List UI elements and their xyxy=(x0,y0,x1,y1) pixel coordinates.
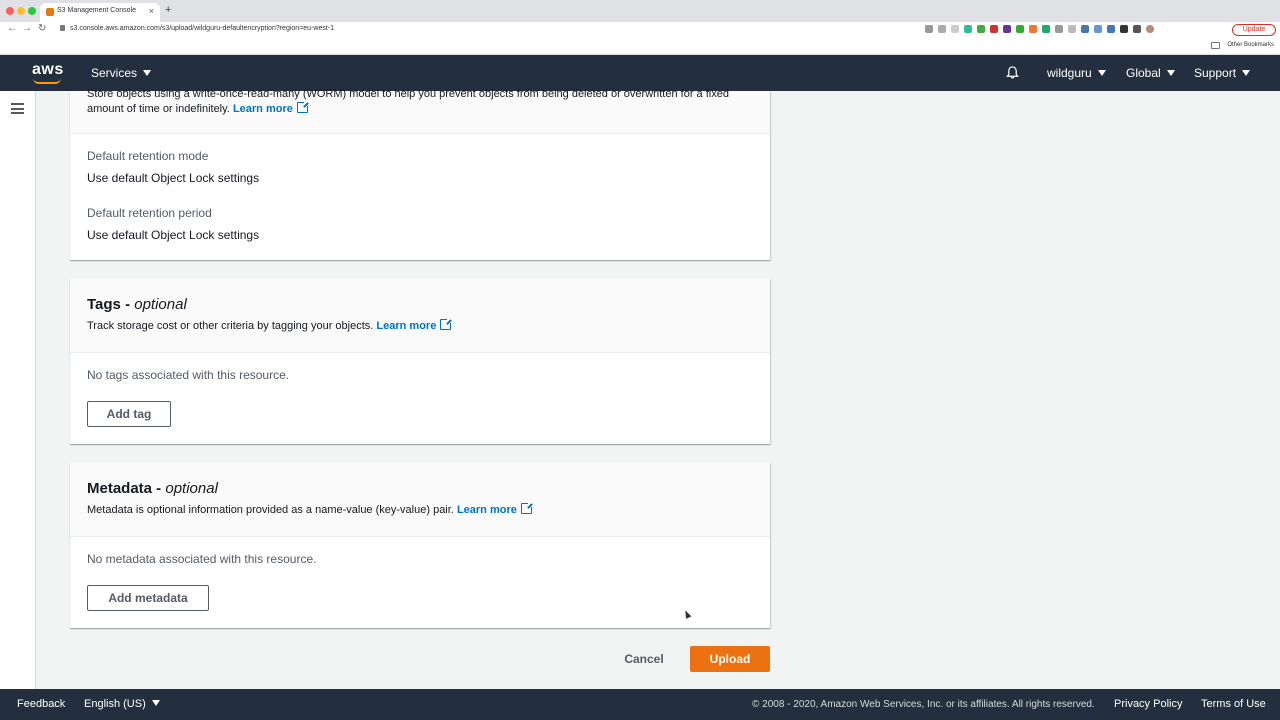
extension-icon[interactable] xyxy=(1081,25,1089,33)
aws-logo[interactable]: aws xyxy=(32,61,64,79)
retention-period-label: Default retention period xyxy=(87,206,212,220)
caret-down-icon xyxy=(1097,70,1106,76)
puzzle-icon[interactable] xyxy=(1133,25,1141,33)
footer: Feedback English (US) © 2008 - 2020, Ama… xyxy=(0,689,1280,720)
tags-empty-text: No tags associated with this resource. xyxy=(87,368,290,382)
tags-learn-more-link[interactable]: Learn more xyxy=(376,320,436,332)
s3-favicon-icon xyxy=(46,8,54,16)
cancel-button[interactable]: Cancel xyxy=(618,646,670,672)
caret-down-icon xyxy=(143,70,152,76)
bookmark-bar: Other Bookmarks xyxy=(0,38,1280,55)
browser-tab-bar: S3 Management Console × + xyxy=(0,0,1280,22)
external-link-icon xyxy=(520,502,533,514)
extension-icon[interactable] xyxy=(1107,25,1115,33)
metadata-empty-text: No metadata associated with this resourc… xyxy=(87,552,317,566)
hamburger-menu-icon[interactable] xyxy=(11,103,24,114)
object-lock-header: Store objects using a write-once-read-ma… xyxy=(70,88,770,134)
account-menu[interactable]: wildguru xyxy=(1047,66,1106,80)
aws-top-nav: aws Services wildguru Global Support xyxy=(0,55,1280,91)
new-tab-icon[interactable]: + xyxy=(165,4,171,16)
browser-tab[interactable]: S3 Management Console × xyxy=(40,3,160,22)
other-bookmarks[interactable]: Other Bookmarks xyxy=(1227,42,1274,48)
folder-icon xyxy=(1211,42,1220,49)
language-selector[interactable]: English (US) xyxy=(84,698,160,710)
external-link-icon xyxy=(296,101,309,113)
extension-icon[interactable] xyxy=(1016,25,1024,33)
tags-description: Track storage cost or other criteria by … xyxy=(87,318,453,334)
maximize-window-icon[interactable] xyxy=(28,7,36,15)
close-window-icon[interactable] xyxy=(6,7,14,15)
left-rail xyxy=(0,91,36,689)
extension-icon[interactable] xyxy=(1094,25,1102,33)
minimize-window-icon[interactable] xyxy=(17,7,25,15)
extension-icon[interactable] xyxy=(1029,25,1037,33)
extension-icon[interactable] xyxy=(951,25,959,33)
tags-panel: Tags - optional Track storage cost or ot… xyxy=(70,279,770,444)
copyright-text: © 2008 - 2020, Amazon Web Services, Inc.… xyxy=(752,699,1095,710)
add-metadata-button[interactable]: Add metadata xyxy=(87,585,209,611)
aws-smile-icon xyxy=(33,78,61,84)
extension-icons xyxy=(925,25,1154,33)
extension-icon[interactable] xyxy=(1042,25,1050,33)
caret-down-icon xyxy=(1242,70,1251,76)
reload-icon[interactable]: ↻ xyxy=(38,23,46,34)
retention-mode-value: Use default Object Lock settings xyxy=(87,171,260,185)
upload-button[interactable]: Upload xyxy=(690,646,770,672)
lock-icon xyxy=(60,25,65,31)
caret-down-icon xyxy=(151,700,160,706)
feedback-link[interactable]: Feedback xyxy=(17,698,65,710)
services-menu[interactable]: Services xyxy=(91,66,152,80)
object-lock-learn-more-link[interactable]: Learn more xyxy=(233,103,293,115)
metadata-learn-more-link[interactable]: Learn more xyxy=(457,504,517,516)
tags-header: Tags - optional Track storage cost or ot… xyxy=(70,279,770,353)
metadata-header: Metadata - optional Metadata is optional… xyxy=(70,463,770,537)
zoom-icon[interactable] xyxy=(925,25,933,33)
update-button[interactable]: Update xyxy=(1232,24,1276,36)
metadata-title: Metadata - optional xyxy=(87,480,218,497)
extension-icon[interactable] xyxy=(1003,25,1011,33)
external-link-icon xyxy=(440,318,453,330)
extension-icon[interactable] xyxy=(977,25,985,33)
metadata-panel: Metadata - optional Metadata is optional… xyxy=(70,463,770,628)
privacy-policy-link[interactable]: Privacy Policy xyxy=(1114,698,1182,710)
metadata-description: Metadata is optional information provide… xyxy=(87,502,533,518)
extension-icon[interactable] xyxy=(1120,25,1128,33)
retention-period-value: Use default Object Lock settings xyxy=(87,228,260,242)
extension-icon[interactable] xyxy=(964,25,972,33)
extension-icon[interactable] xyxy=(1055,25,1063,33)
object-lock-panel: Store objects using a write-once-read-ma… xyxy=(70,88,770,260)
object-lock-description: Store objects using a write-once-read-ma… xyxy=(87,88,729,115)
retention-mode-label: Default retention mode xyxy=(87,149,209,163)
caret-down-icon xyxy=(1166,70,1175,76)
star-icon[interactable] xyxy=(938,25,946,33)
region-menu[interactable]: Global xyxy=(1126,66,1175,80)
add-tag-button[interactable]: Add tag xyxy=(87,401,171,427)
profile-avatar[interactable] xyxy=(1146,25,1154,33)
terms-of-use-link[interactable]: Terms of Use xyxy=(1201,698,1266,710)
back-icon[interactable]: ← xyxy=(7,23,17,34)
tab-title: S3 Management Console xyxy=(57,7,136,14)
tags-title: Tags - optional xyxy=(87,296,187,313)
url-input[interactable]: s3.console.aws.amazon.com/s3/upload/wild… xyxy=(70,25,334,32)
forward-icon[interactable]: → xyxy=(22,23,32,34)
support-menu[interactable]: Support xyxy=(1194,66,1251,80)
extension-icon[interactable] xyxy=(990,25,998,33)
tab-close-icon[interactable]: × xyxy=(149,6,154,16)
address-bar: ← → ↻ s3.console.aws.amazon.com/s3/uploa… xyxy=(0,22,1280,38)
extension-icon[interactable] xyxy=(1068,25,1076,33)
bell-icon[interactable] xyxy=(1006,66,1019,79)
